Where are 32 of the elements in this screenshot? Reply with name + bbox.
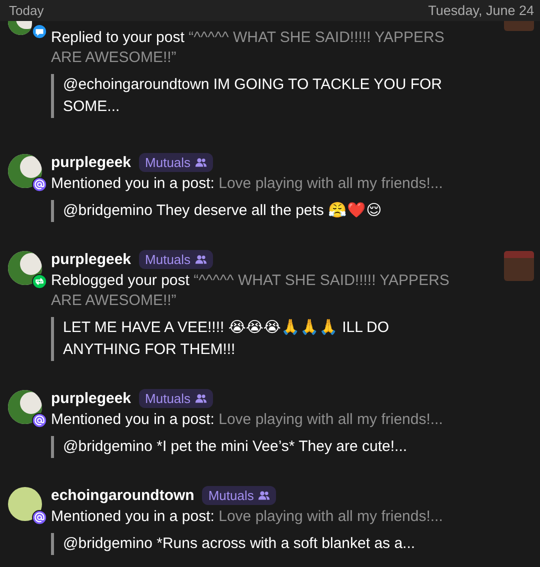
- mutuals-badge: Mutuals: [202, 486, 276, 504]
- avatar[interactable]: [8, 390, 42, 424]
- quote-text: @bridgemino *Runs across with a soft blanket as a...: [51, 533, 494, 555]
- mutuals-badge: Mutuals: [139, 152, 213, 172]
- username-link[interactable]: purplegeek: [51, 154, 132, 170]
- username-link[interactable]: purplegeek: [51, 390, 132, 406]
- quote-text: @bridgemino They deserve all the pets 😤❤😌: [51, 200, 494, 222]
- avatar[interactable]: [8, 487, 42, 521]
- at-sign-icon: [32, 413, 47, 428]
- notification-text: Reblogged your post “^^^^^ WHAT SHE SAID!!!!! YAPPERS ARE AWESOME!!”: [51, 271, 450, 311]
- avatar[interactable]: [8, 21, 32, 35]
- speech-bubble-icon: [32, 24, 47, 39]
- mutuals-badge: Mutuals: [139, 388, 213, 408]
- avatar[interactable]: [8, 154, 42, 188]
- notification-text: Replied to your post “^^^^^ WHAT SHE SAID!!!!! YAPPERS ARE AWESOME!!”: [51, 28, 446, 68]
- quote-text: @echoingaroundtown IM GOING TO TACKLE YOU FOR SOME...: [51, 74, 464, 118]
- at-sign-icon: [32, 510, 47, 525]
- notification-text: Mentioned you in a post: Love playing with all my friends!...: [51, 507, 444, 527]
- notification-text: Mentioned you in a post: Love playing with all my friends!...: [51, 174, 444, 194]
- post-thumbnail[interactable]: [504, 21, 534, 31]
- quote-text: LET ME HAVE A VEE!!!! 😭😭😭🙏🙏🙏 ILL DO ANYTHING FOR THEM!!!: [51, 317, 464, 361]
- section-title: Today: [9, 4, 44, 18]
- quote-text: @bridgemino *I pet the mini Vee’s* They are cute!...: [51, 436, 494, 458]
- at-sign-icon: [32, 177, 47, 192]
- date-label: Tuesday, June 24: [428, 4, 534, 18]
- avatar[interactable]: [8, 251, 42, 285]
- notification-text: Mentioned you in a post: Love playing with all my friends!...: [51, 410, 444, 430]
- reblog-icon: [32, 274, 47, 289]
- username-link[interactable]: purplegeek: [51, 250, 132, 268]
- mutuals-badge: Mutuals: [139, 250, 213, 268]
- username-link[interactable]: echoingaroundtown: [51, 486, 194, 504]
- post-thumbnail[interactable]: [504, 251, 534, 281]
